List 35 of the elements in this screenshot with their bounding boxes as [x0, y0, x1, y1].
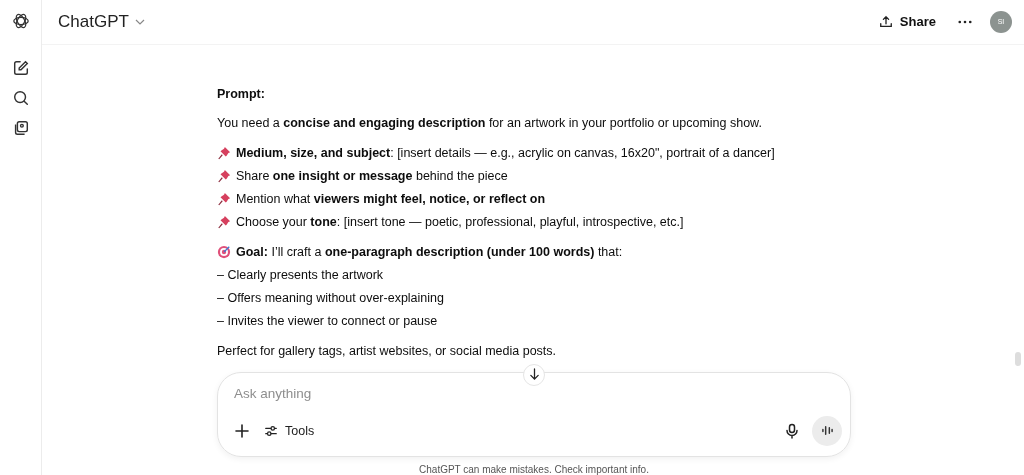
upload-icon	[878, 14, 893, 29]
scrollbar-thumb[interactable]	[1015, 352, 1021, 366]
pushpin-icon	[217, 146, 231, 161]
new-chat-icon[interactable]	[11, 59, 30, 77]
intro-text: You need a concise and engaging description for an artwork in your portfolio or upcoming show.	[217, 114, 763, 132]
message-input[interactable]: Ask anything Tools	[217, 371, 851, 457]
bullet-text: Medium, size, and subject: [insert details — e.g., acrylic on canvas, 16x20", portrait of a dancer]	[236, 144, 775, 162]
sliders-icon	[264, 423, 278, 438]
list-line: – Invites the viewer to connect or pause	[217, 312, 439, 330]
goal-text: Goal: I’ll craft a one-paragraph description (under 100 words) that:	[236, 243, 623, 261]
pushpin-icon	[217, 215, 231, 230]
waveform-icon	[820, 425, 834, 437]
more-icon[interactable]	[958, 19, 972, 24]
microphone-icon[interactable]	[784, 422, 800, 439]
voice-mode-button[interactable]	[812, 415, 842, 446]
list-line: – Clearly presents the artwork	[217, 266, 385, 284]
logo-icon[interactable]	[11, 12, 30, 30]
pushpin-icon	[217, 192, 231, 207]
bullet-text: Mention what viewers might feel, notice, or reflect on	[236, 190, 546, 208]
bullet-text: Share one insight or message behind the piece	[236, 167, 508, 185]
search-icon[interactable]	[11, 89, 30, 107]
caret-icon	[134, 18, 145, 25]
list-line: – Offers meaning without over-explaining	[217, 289, 445, 307]
prompt-heading: Prompt:	[217, 85, 266, 103]
plus-icon[interactable]	[234, 422, 250, 439]
scroll-down-button[interactable]	[523, 363, 545, 386]
model-selector[interactable]: ChatGPT	[58, 11, 145, 32]
share-button[interactable]: Share	[874, 10, 940, 34]
bullet-text: Choose your tone: [insert tone — poetic, professional, playful, introspective, etc.]	[236, 213, 684, 231]
target-icon	[217, 245, 231, 260]
down-arrow-icon	[528, 368, 540, 382]
closing-text: Perfect for gallery tags, artist websites, or social media posts.	[217, 342, 558, 360]
tools-button[interactable]: Tools	[262, 421, 317, 440]
pushpin-icon	[217, 169, 231, 184]
disclaimer-text: ChatGPT can make mistakes. Check important info.	[418, 464, 650, 475]
